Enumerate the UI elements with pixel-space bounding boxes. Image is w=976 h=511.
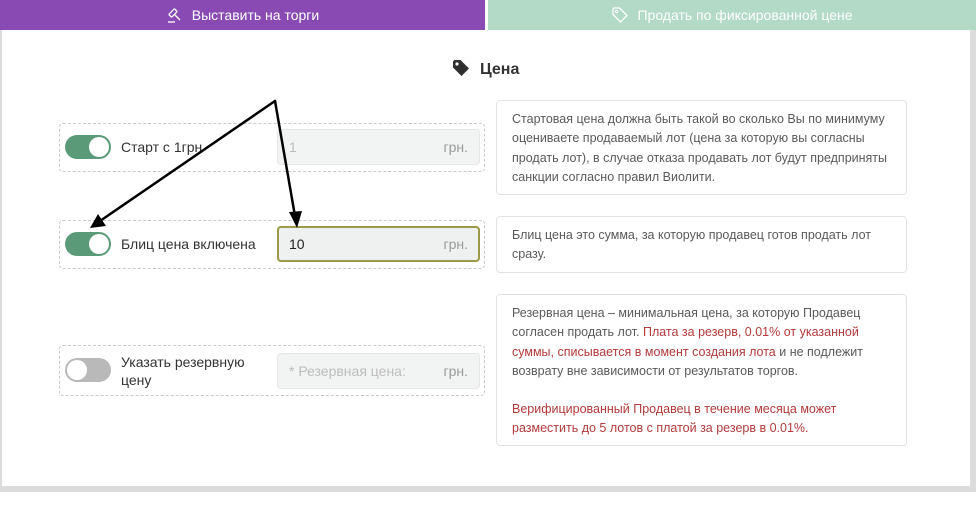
currency-unit: грн. — [443, 236, 468, 252]
tab-auction[interactable]: Выставить на торги — [0, 0, 485, 30]
blitz-price-info-text: Блиц цена это сумма, за которую продавец… — [512, 228, 871, 262]
tab-fixed-price[interactable]: Продать по фиксированной цене — [488, 0, 976, 30]
start-price-info: Стартовая цена должна быть такой во скол… — [496, 100, 907, 195]
start-price-input[interactable]: 1 грн. — [277, 129, 480, 165]
gavel-icon — [166, 6, 184, 24]
reserve-price-label: Указать резервную цену — [121, 353, 245, 389]
toggle-knob — [89, 137, 109, 157]
start-price-label: Старт с 1грн — [121, 139, 203, 155]
start-price-info-text: Стартовая цена должна быть такой во скол… — [512, 112, 888, 184]
start-price-toggle[interactable] — [65, 135, 111, 159]
section-title: Цена — [480, 61, 520, 78]
tag-icon — [611, 6, 629, 24]
panel-border-left — [0, 30, 2, 490]
reserve-price-input[interactable]: * Резервная цена: грн. — [277, 353, 480, 389]
reserve-price-info: Резервная цена – минимальная цена, за ко… — [496, 294, 907, 446]
tab-fixed-price-label: Продать по фиксированной цене — [637, 7, 853, 23]
blitz-price-label: Блиц цена включена — [121, 236, 256, 252]
verified-seller-note: Верифицированный Продавец в течение меся… — [512, 402, 837, 436]
blitz-price-info: Блиц цена это сумма, за которую продавец… — [496, 216, 907, 273]
next-panel — [0, 492, 976, 511]
reserve-price-toggle[interactable] — [65, 358, 111, 382]
panel-border-right — [970, 30, 976, 490]
toggle-knob — [67, 360, 87, 380]
currency-unit: грн. — [443, 139, 468, 155]
reserve-price-label-line1: Указать резервную — [121, 354, 245, 370]
reserve-price-label-line2: цену — [121, 372, 152, 388]
reserve-price-placeholder: * Резервная цена: — [289, 363, 406, 379]
blitz-price-value: 10 — [289, 236, 305, 252]
blitz-price-input[interactable]: 10 грн. — [277, 226, 480, 262]
section-header: Цена — [452, 58, 519, 82]
blitz-price-toggle[interactable] — [65, 232, 111, 256]
start-price-value: 1 — [289, 139, 297, 155]
tab-auction-label: Выставить на торги — [191, 7, 320, 23]
toggle-knob — [89, 234, 109, 254]
tag-icon — [452, 59, 470, 82]
currency-unit: грн. — [443, 363, 468, 379]
